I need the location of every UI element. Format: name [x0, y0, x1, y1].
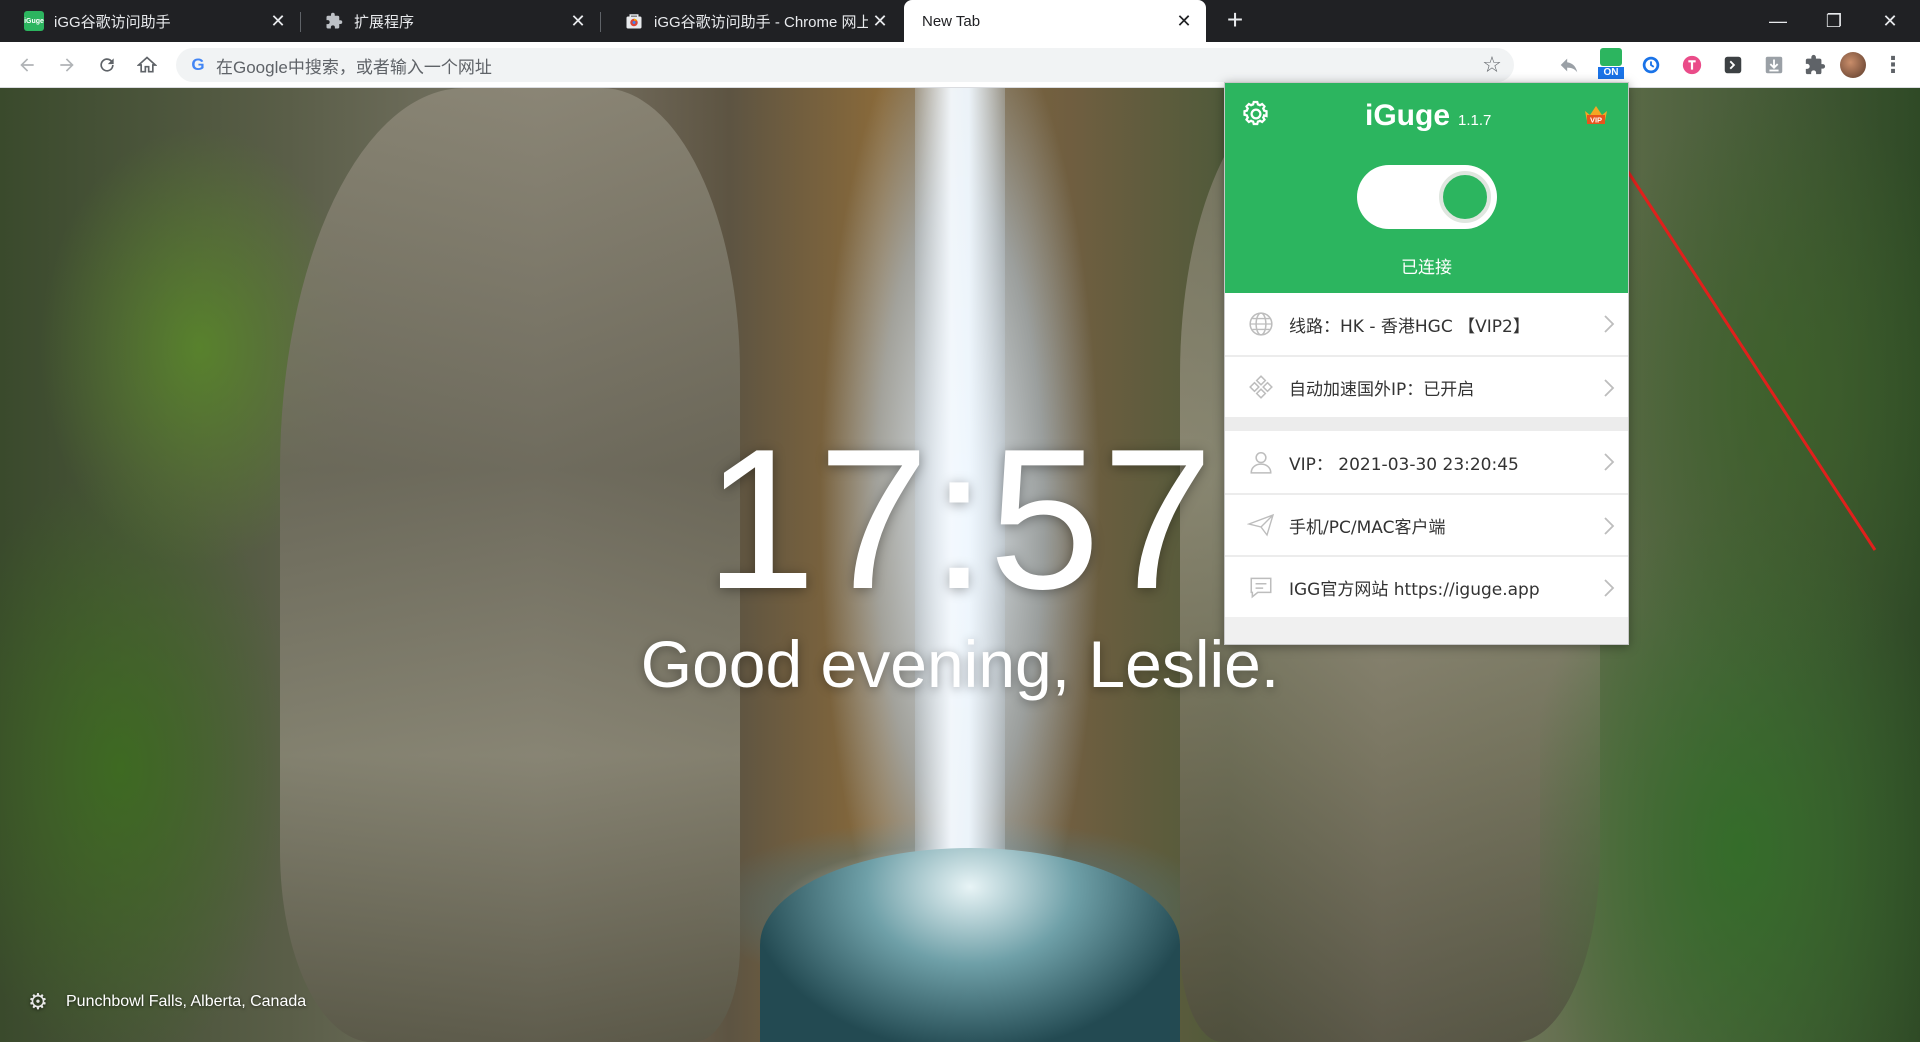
- settings-gear-icon[interactable]: [1241, 99, 1271, 129]
- omnibox[interactable]: G 在Google中搜索，或者输入一个网址 ☆: [176, 48, 1514, 82]
- tab-chrome-store[interactable]: iGG谷歌访问助手 - Chrome 网上 ✕: [600, 0, 902, 42]
- puzzle-icon: [324, 11, 344, 31]
- new-tab-button[interactable]: +: [1220, 6, 1250, 36]
- reload-icon: [100, 58, 114, 72]
- arrow-left-icon: [20, 58, 34, 72]
- chevron-right-icon: [1604, 579, 1615, 597]
- t-extension-icon[interactable]: [1679, 52, 1705, 78]
- restore-button[interactable]: ❐: [1806, 0, 1862, 42]
- download-extension-icon[interactable]: [1761, 52, 1787, 78]
- tab-extensions[interactable]: 扩展程序 ✕: [300, 0, 600, 42]
- igg-icon: iGuge: [24, 11, 44, 31]
- popup-menu: 线路：HK - 香港HGC 【VIP2】 自动加速国外IP：已开启 VIP： 2…: [1225, 293, 1628, 617]
- connection-status: 已连接: [1401, 258, 1452, 277]
- tab-title: iGG谷歌访问助手 - Chrome 网上: [654, 13, 868, 31]
- close-icon[interactable]: ✕: [566, 9, 590, 33]
- section-gap: [1225, 417, 1628, 431]
- tab-title: iGG谷歌访问助手: [54, 13, 171, 31]
- tab-new-tab[interactable]: New Tab ✕: [904, 0, 1206, 42]
- send-icon: [1247, 511, 1275, 539]
- reload-button[interactable]: [92, 50, 122, 80]
- user-icon: [1247, 448, 1275, 476]
- close-icon[interactable]: ✕: [1172, 9, 1196, 33]
- on-badge: ON: [1598, 67, 1624, 79]
- close-icon[interactable]: ✕: [266, 9, 290, 33]
- rock-left: [280, 88, 740, 1042]
- tab-title: New Tab: [922, 12, 981, 30]
- chevron-right-icon: [1604, 315, 1615, 333]
- menu-kebab-icon[interactable]: ⋮: [1880, 52, 1906, 78]
- chevron-right-icon: [1604, 517, 1615, 535]
- toggle-knob: [1439, 171, 1491, 223]
- omnibox-placeholder: 在Google中搜索，或者输入一个网址: [216, 57, 492, 77]
- avatar[interactable]: [1840, 52, 1866, 78]
- clients-label: 手机/PC/MAC客户端: [1289, 517, 1446, 538]
- annotation-arrow: [1598, 126, 1877, 551]
- reply-extension-icon[interactable]: [1556, 52, 1582, 78]
- photo-credit: ⚙ Punchbowl Falls, Alberta, Canada: [26, 989, 306, 1014]
- chevron-right-icon: [1604, 453, 1615, 471]
- forward-button[interactable]: [52, 50, 82, 80]
- bookmark-star-icon[interactable]: ☆: [1478, 51, 1506, 79]
- arrow-right-icon: [60, 58, 74, 72]
- route-item[interactable]: 线路：HK - 香港HGC 【VIP2】: [1225, 293, 1628, 355]
- settings-gear-icon[interactable]: ⚙: [26, 989, 50, 1014]
- globe-icon: [1247, 310, 1275, 338]
- chevron-right-icon: [1604, 379, 1615, 397]
- home-button[interactable]: [132, 50, 162, 80]
- brand-name: iGuge: [1365, 99, 1451, 132]
- pool: [760, 848, 1180, 1042]
- clients-item[interactable]: 手机/PC/MAC客户端: [1225, 493, 1628, 555]
- close-icon[interactable]: ✕: [868, 9, 892, 33]
- extensions-puzzle-icon[interactable]: [1802, 52, 1828, 78]
- vip-badge-text: VIP: [1590, 116, 1602, 125]
- chat-icon: [1247, 573, 1275, 601]
- close-window-button[interactable]: ✕: [1862, 0, 1918, 42]
- diamond-icon: [1247, 373, 1275, 401]
- chrome-store-icon: [624, 11, 644, 31]
- tab-igg[interactable]: iGuge iGG谷歌访问助手 ✕: [0, 0, 300, 42]
- iguge-popup: iGuge 1.1.7 VIP 已连接 线路：HK - 香港HGC 【VIP2】: [1224, 82, 1629, 645]
- clock-time: 17:57: [704, 408, 1216, 631]
- vip-expiry-label: VIP： 2021-03-30 23:20:45: [1289, 454, 1519, 475]
- popup-header: iGuge 1.1.7 VIP 已连接: [1225, 83, 1628, 293]
- browser-toolbar: G 在Google中搜索，或者输入一个网址 ☆ ON ⋮: [0, 42, 1920, 88]
- history-extension-icon[interactable]: [1638, 52, 1664, 78]
- google-g-icon: G: [191, 55, 205, 74]
- vip-expiry-item[interactable]: VIP： 2021-03-30 23:20:45: [1225, 431, 1628, 493]
- tab-title: 扩展程序: [354, 13, 415, 31]
- tab-strip: iGuge iGG谷歌访问助手 ✕ 扩展程序 ✕ iGG谷歌访问助手 - Chr…: [0, 0, 1920, 42]
- minimize-button[interactable]: —: [1750, 0, 1806, 42]
- auto-accelerate-item[interactable]: 自动加速国外IP：已开启: [1225, 355, 1628, 417]
- iguge-logo-icon: [1600, 48, 1622, 66]
- auto-accelerate-label: 自动加速国外IP：已开启: [1289, 379, 1475, 400]
- brand-version: 1.1.7: [1458, 112, 1492, 129]
- iguge-extension-icon[interactable]: ON: [1597, 48, 1625, 80]
- vip-crown-icon[interactable]: VIP: [1583, 101, 1609, 127]
- brand: iGuge 1.1.7: [1365, 99, 1491, 133]
- connection-toggle[interactable]: [1357, 165, 1497, 229]
- home-icon: [137, 56, 157, 73]
- back-button[interactable]: [12, 50, 42, 80]
- photo-location[interactable]: Punchbowl Falls, Alberta, Canada: [66, 993, 306, 1011]
- official-site-item[interactable]: IGG官方网站 https://iguge.app: [1225, 555, 1628, 617]
- route-label: 线路：HK - 香港HGC 【VIP2】: [1289, 316, 1530, 337]
- terminal-extension-icon[interactable]: [1720, 52, 1746, 78]
- official-site-label: IGG官方网站 https://iguge.app: [1289, 579, 1540, 600]
